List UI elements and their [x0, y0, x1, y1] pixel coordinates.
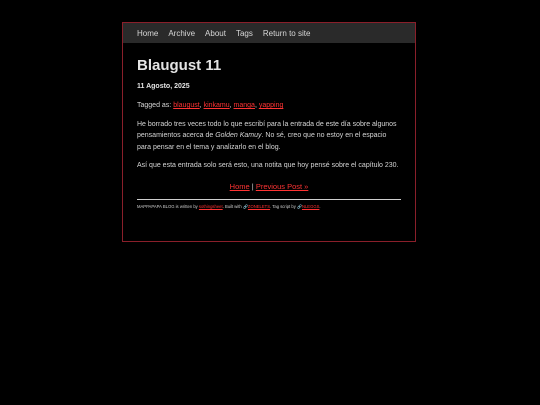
footer-tag-link[interactable]: NLEGGS	[302, 204, 319, 209]
footer-author-link[interactable]: sothingsheet	[199, 204, 223, 209]
footer: MAPPAPAPA BLOG is written by sothingshee…	[137, 204, 401, 210]
post-tags: Tagged as: blaugust, kinkamu, manga, yap…	[137, 102, 284, 109]
post-content: Blaugust 11 11 Agosto, 2025 Tagged as: b…	[123, 57, 415, 210]
footer-divider	[137, 198, 401, 200]
nav-archive[interactable]: Archive	[168, 29, 195, 38]
footer-built-link[interactable]: ZONELETS	[248, 204, 270, 209]
pager-previous-link[interactable]: Previous Post »	[256, 182, 309, 191]
pager-separator: |	[251, 181, 254, 191]
footer-suffix: .	[319, 203, 321, 209]
post-paragraph: He borrado tres veces todo lo que escrib…	[137, 119, 401, 154]
post-paragraph: Así que esta entrada solo será esto, una…	[137, 162, 399, 169]
post-pager: Home | Previous Post »	[137, 182, 401, 191]
footer-tag-script: . Tag script by	[270, 203, 296, 209]
post-title: Blaugust 11	[137, 57, 222, 74]
pager-home-link[interactable]: Home	[230, 182, 250, 191]
paragraph-emphasis: Golden Kamuy	[215, 132, 262, 139]
tag-link[interactable]: yapping	[259, 102, 284, 109]
nav-home[interactable]: Home	[137, 29, 158, 38]
footer-prefix: MAPPAPAPA BLOG is written by	[137, 203, 198, 209]
post-date: 11 Agosto, 2025	[137, 83, 190, 90]
tags-prefix: Tagged as:	[137, 102, 172, 109]
tag-link[interactable]: blaugust	[173, 102, 199, 109]
tag-link[interactable]: kinkamu	[204, 102, 230, 109]
footer-built-with: . Built with	[222, 203, 242, 209]
blog-frame: Home Archive About Tags Return to site B…	[122, 22, 416, 242]
nav-return-to-site[interactable]: Return to site	[263, 29, 311, 38]
nav-about[interactable]: About	[205, 29, 226, 38]
nav-tags[interactable]: Tags	[236, 29, 253, 38]
tag-link[interactable]: manga	[234, 102, 255, 109]
top-nav: Home Archive About Tags Return to site	[123, 23, 415, 43]
